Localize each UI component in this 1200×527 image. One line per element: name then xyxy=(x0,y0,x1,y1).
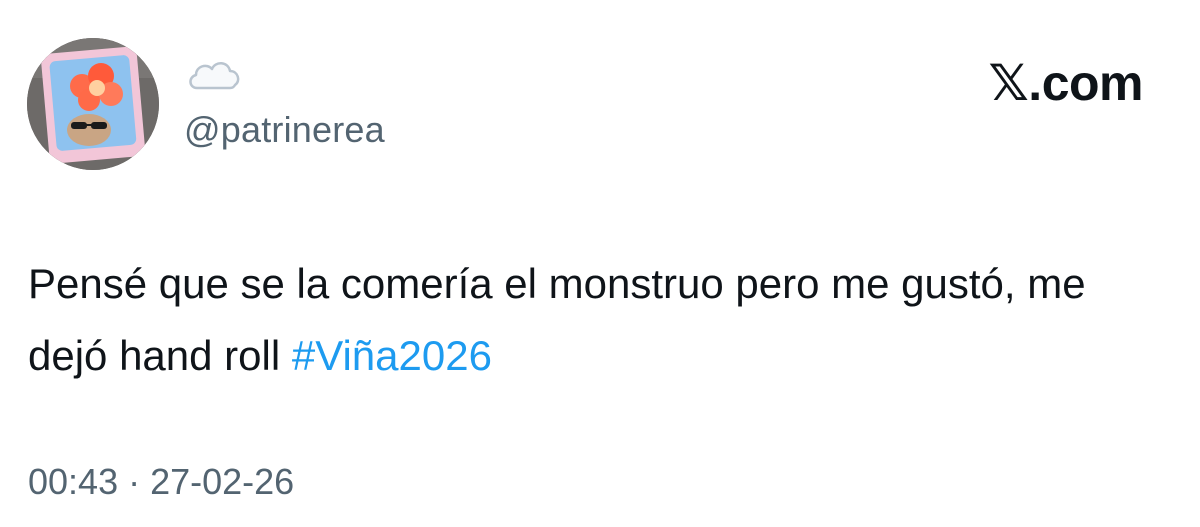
cloud-emoji-icon xyxy=(189,62,240,90)
avatar-image xyxy=(27,38,159,170)
x-brand-logo: 𝕏.com xyxy=(988,55,1144,111)
tweet-timestamp[interactable]: 00:43 · 27-02-26 xyxy=(28,461,294,503)
hashtag-link[interactable]: #Viña2026 xyxy=(292,332,492,379)
avatar[interactable] xyxy=(27,38,159,170)
display-name[interactable] xyxy=(185,50,245,98)
author-handle[interactable]: @patrinerea xyxy=(184,109,385,151)
tweet-body: Pensé que se la comería el monstruo pero… xyxy=(28,260,1086,379)
tweet-text: Pensé que se la comería el monstruo pero… xyxy=(28,248,1148,392)
